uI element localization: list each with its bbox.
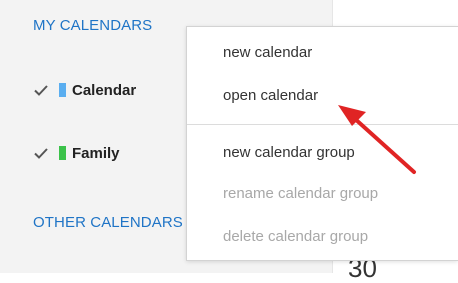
checkmark-icon[interactable]	[33, 145, 49, 161]
menu-item-new-calendar[interactable]: new calendar	[223, 44, 312, 61]
calendar-item-family[interactable]: Family	[33, 142, 120, 164]
calendar-color-swatch	[59, 83, 66, 97]
calendar-color-swatch	[59, 146, 66, 160]
menu-separator	[187, 124, 458, 125]
menu-item-new-calendar-group[interactable]: new calendar group	[223, 144, 355, 161]
my-calendars-heading[interactable]: MY CALENDARS	[33, 17, 152, 34]
checkmark-icon[interactable]	[33, 82, 49, 98]
menu-item-open-calendar[interactable]: open calendar	[223, 87, 318, 104]
calendar-item-calendar[interactable]: Calendar	[33, 79, 136, 101]
menu-item-delete-calendar-group: delete calendar group	[223, 228, 369, 245]
menu-item-rename-calendar-group: rename calendar group	[223, 185, 379, 202]
other-calendars-heading[interactable]: OTHER CALENDARS	[33, 214, 183, 231]
calendar-context-menu: new calendar open calendar new calendar …	[186, 26, 458, 261]
calendar-name: Family	[72, 144, 120, 162]
calendar-name: Calendar	[72, 81, 137, 99]
